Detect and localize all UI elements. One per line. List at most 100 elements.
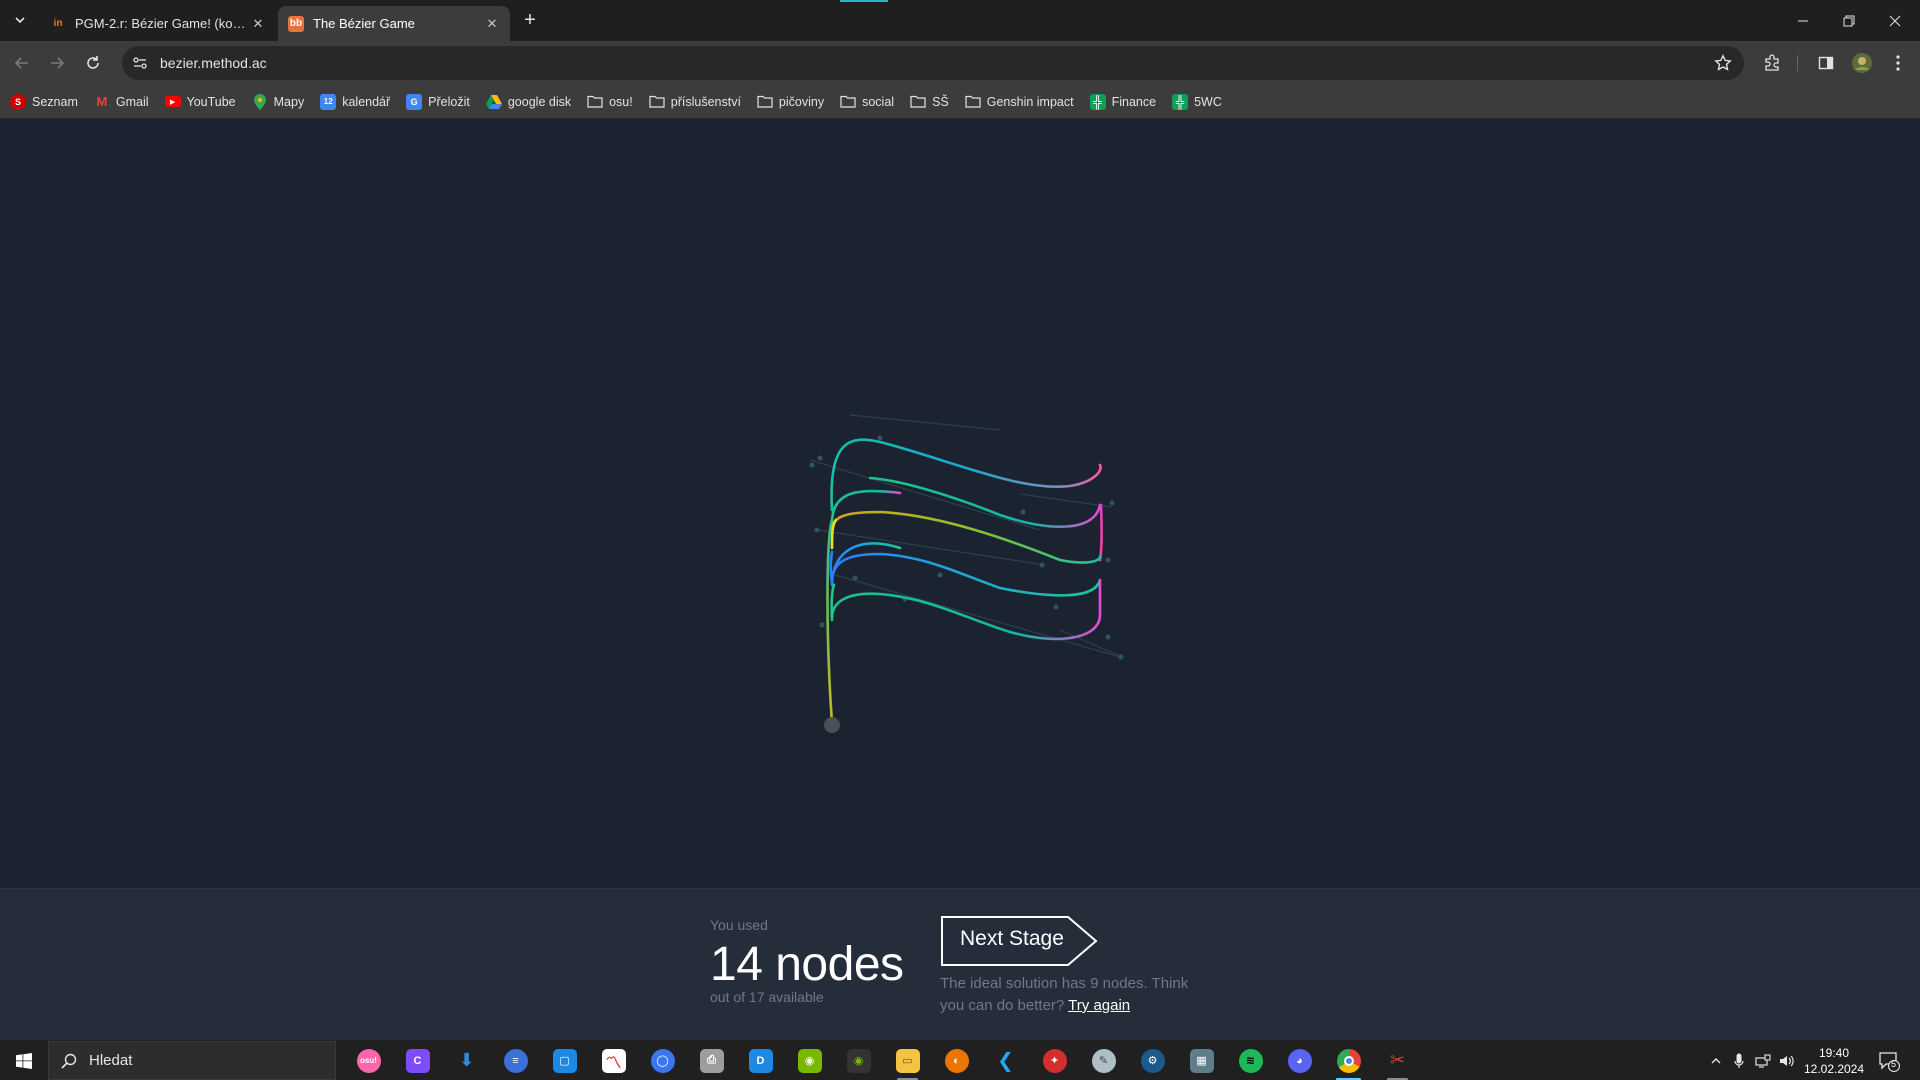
close-icon[interactable]: ✕ [484,16,500,32]
taskbar-search[interactable]: Hledat [48,1041,336,1080]
taskbar-app-nvidia-2[interactable]: ◉ [834,1040,883,1080]
bookmark-mapy[interactable]: Mapy [252,93,304,110]
forward-button[interactable] [43,49,71,77]
address-bar[interactable]: bezier.method.ac [122,46,1744,80]
bezier-segment[interactable] [830,583,836,622]
bookmark-kalendar[interactable]: 12 kalendář [320,93,390,110]
windows-taskbar: Hledat osu! C ⬇ ≡ ▢ 〽 ◯ ⎙ D ◉ ◉ ▭ ◐ ❮ ✦ … [0,1039,1920,1080]
taskbar-app-osu[interactable]: osu! [344,1040,393,1080]
close-window-button[interactable] [1872,0,1918,41]
new-tab-button[interactable]: + [518,8,542,32]
notification-center-button[interactable]: 5 [1876,1048,1902,1074]
bookmark-finance[interactable]: ╬ Finance [1089,93,1156,110]
taskbar-app-palette[interactable]: ✎ [1079,1040,1128,1080]
profile-avatar[interactable] [1848,49,1876,77]
browser-menu-button[interactable] [1884,49,1912,77]
taskbar-app-vscode[interactable]: ❮ [981,1040,1030,1080]
bookmark-folder-genshin[interactable]: Genshin impact [965,94,1074,110]
bezier-segment[interactable] [830,578,1102,641]
tab-bezier-game[interactable]: bb The Bézier Game ✕ [278,6,510,41]
bezier-drawing[interactable] [0,120,1920,888]
taskbar-app-game[interactable]: ✦ [1030,1040,1079,1080]
site-info-icon[interactable] [126,49,154,77]
list-app-icon: ≡ [503,1048,528,1073]
next-stage-button[interactable]: Next Stage [940,915,1098,967]
curseforge-icon: C [405,1048,430,1073]
bezier-segment[interactable] [830,489,902,525]
bookmark-folder-picoviny[interactable]: pičoviny [757,94,824,110]
bookmark-5wc[interactable]: ╬ 5WC [1172,93,1222,110]
folder-icon [910,94,926,110]
taskbar-app-nvidia[interactable]: ◉ [785,1040,834,1080]
back-button[interactable] [8,49,36,77]
bezier-segment[interactable] [829,550,835,588]
nodes-used-count: 14 nodes [710,938,904,991]
calendar-icon: 12 [320,93,337,110]
blender-icon: ◐ [944,1048,969,1073]
bookmark-folder-osu[interactable]: osu! [587,94,633,110]
network-tray-button[interactable] [1752,1040,1774,1080]
sheets-icon: ╬ [1089,93,1106,110]
bezier-game-icon: bb [288,15,304,32]
taskbar-app-snipping-tool[interactable]: ✂ [1373,1040,1422,1080]
try-again-link[interactable]: Try again [1068,997,1130,1014]
volume-tray-button[interactable] [1776,1040,1798,1080]
restore-button[interactable] [1826,0,1872,41]
taskbar-app-calculator[interactable]: ▦ [1177,1040,1226,1080]
taskbar-app-printer[interactable]: ⎙ [687,1040,736,1080]
nvidia-icon: ◉ [846,1048,871,1073]
tab-pgm[interactable]: in PGM-2.r: Bézier Game! (kopie) ✕ [40,6,276,41]
taskbar-app-dictionary[interactable]: D [736,1040,785,1080]
bookmark-folder-prislusenstvi[interactable]: příslušenství [649,94,741,110]
folder-icon [649,94,665,110]
taskbar-app-curseforge[interactable]: C [393,1040,442,1080]
bezier-segment[interactable] [830,518,838,550]
taskbar-app-downloader[interactable]: ⬇ [442,1040,491,1080]
side-panel-button[interactable] [1812,49,1840,77]
bezier-segment[interactable] [830,542,902,587]
tray-overflow-button[interactable] [1704,1040,1728,1080]
more-vertical-icon [1896,55,1900,71]
bookmark-seznam[interactable]: S Seznam [10,93,78,110]
extensions-button[interactable] [1758,49,1786,77]
start-node[interactable] [824,717,840,733]
vscode-icon: ❮ [997,1050,1014,1072]
taskbar-app-discord[interactable]: ◕ [1275,1040,1324,1080]
bookmark-prelozit[interactable]: G Přeložit [406,93,470,110]
bezier-path[interactable] [826,438,1103,725]
reload-button[interactable] [79,49,107,77]
taskbar-clock[interactable]: 19:40 12.02.2024 [1800,1045,1868,1077]
bookmark-google-disk[interactable]: google disk [485,94,571,110]
taskbar-app-signal[interactable]: ◯ [638,1040,687,1080]
bookmark-youtube[interactable]: ▶ YouTube [164,95,236,109]
bezier-segment[interactable] [826,518,834,725]
drag-indicator [840,0,888,2]
taskbar-app-steam[interactable]: ⚙ [1128,1040,1177,1080]
bookmark-star-icon[interactable] [1714,54,1732,72]
tab-search-button[interactable] [8,8,32,32]
bookmarks-bar: S Seznam M Gmail ▶ YouTube Mapy 12 kalendář … [0,85,1920,119]
taskbar-app-blender[interactable]: ◐ [932,1040,981,1080]
nvidia-icon: ◉ [797,1048,822,1073]
bookmark-folder-social[interactable]: social [840,94,894,110]
taskbar-app-file-explorer[interactable]: ▭ [883,1040,932,1080]
bookmark-gmail[interactable]: M Gmail [94,94,148,110]
bezier-game-canvas[interactable] [0,120,1920,888]
volume-icon [1780,1055,1794,1066]
restore-icon [1843,15,1855,26]
printer-icon: ⎙ [699,1048,724,1073]
start-button[interactable] [0,1040,48,1080]
close-icon[interactable]: ✕ [250,16,266,32]
taskbar-app-chart[interactable]: 〽 [589,1040,638,1080]
browser-toolbar: bezier.method.ac [0,41,1920,85]
taskbar-app-chrome[interactable] [1324,1040,1373,1080]
bezier-segment[interactable] [1098,503,1103,562]
microphone-tray-button[interactable] [1728,1040,1750,1080]
minimize-button[interactable] [1780,0,1826,41]
reload-icon [87,56,99,69]
folder-icon [965,94,981,110]
bookmark-folder-ss[interactable]: SŠ [910,94,949,110]
taskbar-app-spotify[interactable]: ≋ [1226,1040,1275,1080]
taskbar-app-window[interactable]: ▢ [540,1040,589,1080]
taskbar-app-list[interactable]: ≡ [491,1040,540,1080]
